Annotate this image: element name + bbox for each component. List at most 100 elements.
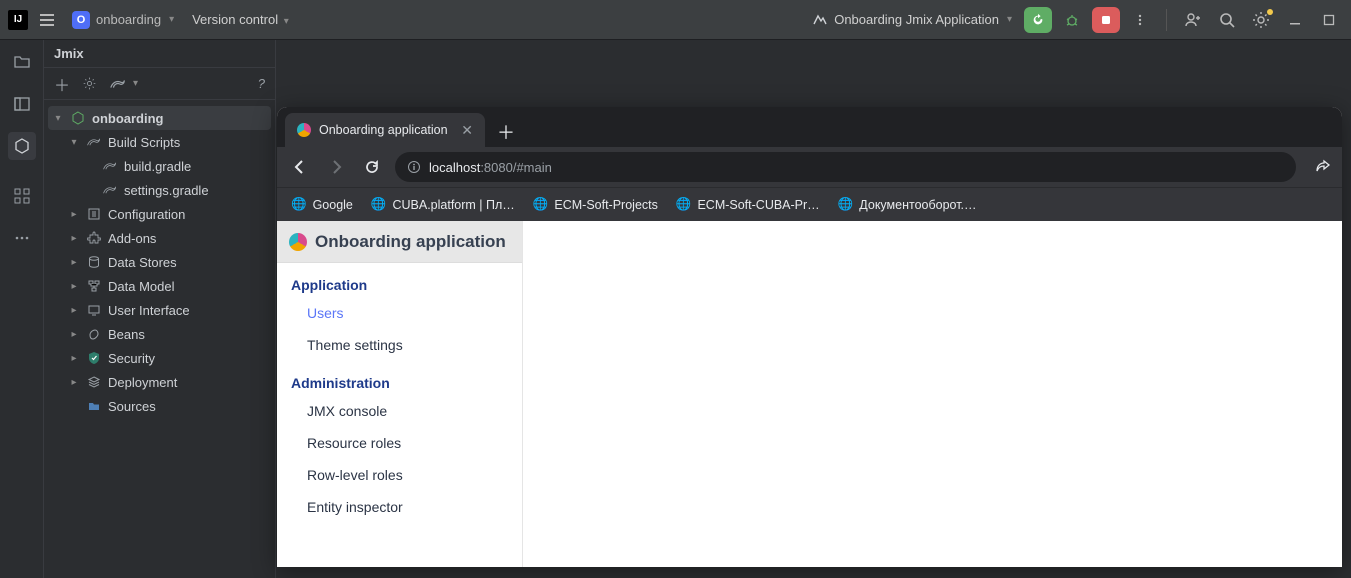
ide-logo-icon: IJ bbox=[8, 10, 28, 30]
tree-label: Data Stores bbox=[108, 255, 177, 270]
chevron-down-icon[interactable]: ▾ bbox=[52, 113, 64, 124]
bookmark-item[interactable]: 🌐ECM-Soft-CUBA-Pr… bbox=[676, 197, 820, 212]
tree-label: Add-ons bbox=[108, 231, 156, 246]
tree-settings-gradle[interactable]: ▾ settings.gradle bbox=[48, 178, 271, 202]
rerun-button[interactable] bbox=[1024, 7, 1052, 33]
bookmark-item[interactable]: 🌐ECM-Soft-Projects bbox=[533, 197, 658, 212]
bookmarks-bar: 🌐Google 🌐CUBA.platform | Пл… 🌐ECM-Soft-P… bbox=[277, 187, 1342, 221]
main-menu-button[interactable] bbox=[34, 7, 60, 33]
reload-button[interactable] bbox=[359, 154, 385, 180]
chevron-right-icon[interactable]: ▸ bbox=[68, 377, 80, 388]
bookmark-item[interactable]: 🌐CUBA.platform | Пл… bbox=[371, 197, 515, 212]
chevron-right-icon[interactable]: ▸ bbox=[68, 209, 80, 220]
globe-icon: 🌐 bbox=[371, 197, 387, 212]
tree-sources[interactable]: ▸ Sources bbox=[48, 394, 271, 418]
back-button[interactable] bbox=[287, 154, 313, 180]
menu-item-users[interactable]: Users bbox=[277, 297, 522, 329]
project-badge-icon: O bbox=[72, 11, 90, 29]
bookmark-label: Документооборот.… bbox=[859, 198, 976, 212]
tree-label: settings.gradle bbox=[124, 183, 209, 198]
close-tab-button[interactable]: ✕ bbox=[461, 122, 473, 139]
chevron-right-icon[interactable]: ▸ bbox=[68, 257, 80, 268]
tree-user-interface[interactable]: ▸ User Interface bbox=[48, 298, 271, 322]
tree-data-model[interactable]: ▸ Data Model bbox=[48, 274, 271, 298]
project-name-label: onboarding bbox=[96, 12, 161, 27]
share-button[interactable] bbox=[1314, 158, 1332, 176]
menu-item-jmx-console[interactable]: JMX console bbox=[277, 395, 522, 427]
tree-addons[interactable]: ▸ Add-ons bbox=[48, 226, 271, 250]
new-tab-button[interactable]: ＋ bbox=[491, 117, 521, 147]
chevron-right-icon[interactable]: ▸ bbox=[68, 329, 80, 340]
tree-deployment[interactable]: ▸ Deployment bbox=[48, 370, 271, 394]
gradle-tool-button[interactable] bbox=[109, 77, 127, 91]
person-add-icon bbox=[1184, 11, 1202, 29]
tree-configuration[interactable]: ▸ Configuration bbox=[48, 202, 271, 226]
debug-button[interactable] bbox=[1058, 7, 1086, 33]
menu-item-theme-settings[interactable]: Theme settings bbox=[277, 329, 522, 361]
reload-icon bbox=[363, 158, 381, 176]
rerun-icon bbox=[1031, 13, 1045, 27]
chevron-right-icon[interactable]: ▸ bbox=[68, 353, 80, 364]
minimize-button[interactable] bbox=[1281, 7, 1309, 33]
info-icon bbox=[407, 160, 421, 174]
screen-icon bbox=[86, 302, 102, 318]
menu-item-resource-roles[interactable]: Resource roles bbox=[277, 427, 522, 459]
tree-build-gradle[interactable]: ▾ build.gradle bbox=[48, 154, 271, 178]
forward-button[interactable] bbox=[323, 154, 349, 180]
app-logo-icon bbox=[297, 123, 311, 137]
browser-viewport: Onboarding application Application Users… bbox=[277, 221, 1342, 567]
bookmark-item[interactable]: 🌐Google bbox=[291, 197, 353, 212]
tree-label: Beans bbox=[108, 327, 145, 342]
rail-more-button[interactable] bbox=[8, 224, 36, 252]
help-button[interactable]: ? bbox=[258, 76, 265, 91]
tree-root[interactable]: ▾ onboarding bbox=[48, 106, 271, 130]
maximize-button[interactable] bbox=[1315, 7, 1343, 33]
vcs-menu[interactable]: Version control ▾ bbox=[186, 8, 295, 31]
browser-toolbar: localhost:8080/#main bbox=[277, 147, 1342, 187]
menu-item-entity-inspector[interactable]: Entity inspector bbox=[277, 491, 522, 523]
search-everywhere-button[interactable] bbox=[1213, 7, 1241, 33]
browser-tab[interactable]: Onboarding application ✕ bbox=[285, 113, 485, 147]
rail-project-button[interactable] bbox=[8, 48, 36, 76]
chevron-right-icon[interactable]: ▸ bbox=[68, 233, 80, 244]
dots-icon bbox=[13, 229, 31, 247]
tree-beans[interactable]: ▸ Beans bbox=[48, 322, 271, 346]
rail-structure-button[interactable] bbox=[8, 90, 36, 118]
stop-button[interactable] bbox=[1092, 7, 1120, 33]
browser-window: Onboarding application ✕ ＋ localhost:808… bbox=[277, 107, 1342, 567]
bookmark-item[interactable]: 🌐 Документооборот.… bbox=[838, 197, 977, 212]
project-tree[interactable]: ▾ onboarding ▾ Build Scripts ▾ build.gra… bbox=[44, 100, 275, 424]
gradle-icon bbox=[102, 182, 118, 198]
tool-rail bbox=[0, 40, 44, 578]
browser-tabbar: Onboarding application ✕ ＋ bbox=[277, 107, 1342, 147]
more-actions-button[interactable] bbox=[1126, 7, 1154, 33]
url-bar[interactable]: localhost:8080/#main bbox=[395, 152, 1296, 182]
menu-section-administration: Administration bbox=[277, 361, 522, 395]
settings-button[interactable] bbox=[1247, 7, 1275, 33]
run-config-icon bbox=[812, 12, 828, 28]
kebab-icon bbox=[1133, 13, 1147, 27]
rail-jmix-button[interactable] bbox=[8, 132, 36, 160]
bookmark-label: ECM-Soft-Projects bbox=[554, 198, 658, 212]
run-config-selector[interactable]: Onboarding Jmix Application ▾ bbox=[806, 10, 1018, 30]
tree-build-scripts[interactable]: ▾ Build Scripts bbox=[48, 130, 271, 154]
folder-icon bbox=[13, 53, 31, 71]
app-sidebar: Onboarding application Application Users… bbox=[277, 221, 523, 567]
rail-bookmarks-button[interactable] bbox=[8, 182, 36, 210]
share-icon bbox=[1314, 158, 1332, 176]
chevron-down-icon[interactable]: ▾ bbox=[68, 137, 80, 148]
tree-security[interactable]: ▸ Security bbox=[48, 346, 271, 370]
tree-data-stores[interactable]: ▸ Data Stores bbox=[48, 250, 271, 274]
globe-icon: 🌐 bbox=[838, 197, 854, 212]
chevron-right-icon[interactable]: ▸ bbox=[68, 281, 80, 292]
chevron-right-icon[interactable]: ▸ bbox=[68, 305, 80, 316]
browser-tab-title: Onboarding application bbox=[319, 123, 448, 137]
add-button[interactable]: ＋ bbox=[54, 72, 70, 96]
settings-tool-button[interactable] bbox=[82, 76, 97, 91]
code-with-me-button[interactable] bbox=[1179, 7, 1207, 33]
globe-icon: 🌐 bbox=[676, 197, 692, 212]
project-selector[interactable]: O onboarding ▾ bbox=[66, 9, 180, 31]
gear-icon bbox=[1252, 11, 1270, 29]
stop-icon bbox=[1100, 14, 1112, 26]
menu-item-row-level-roles[interactable]: Row-level roles bbox=[277, 459, 522, 491]
